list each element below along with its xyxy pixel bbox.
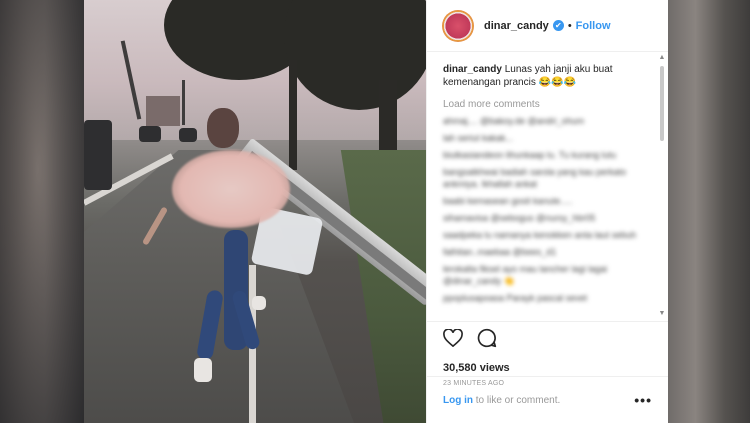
comment-blurred: saadpeka lu namanya kenokken anta laut s…: [443, 230, 637, 240]
comment-blurred: baabi kemasean gosit kanute.....: [443, 196, 573, 206]
comment-blurred: biutkasiandeon lihunkaap lu. Tu kurang l…: [443, 150, 617, 160]
post-side-panel: dinar_candy ✔ • Follow dinar_candy Lunas…: [426, 0, 668, 423]
comment-blurred: ahmaj.... @bakoy.de @andri_ohum: [443, 116, 585, 126]
person-shoe: [194, 358, 212, 382]
avatar[interactable]: [442, 9, 474, 42]
heart-icon[interactable]: [443, 327, 463, 352]
load-more-comments-button[interactable]: Load more comments: [443, 99, 659, 110]
scroll-up-arrow-icon[interactable]: ▲: [658, 54, 666, 62]
scroll-down-arrow-icon[interactable]: ▼: [658, 310, 666, 318]
comments-list[interactable]: dinar_candy Lunas yah janji aku buat kem…: [427, 53, 659, 320]
comment-blurred: ppoplusapoasa Parayk pascal sevet: [443, 293, 588, 303]
comment-blurred: fathitan..maebaa @bees_d1: [443, 247, 557, 257]
building: [146, 96, 180, 126]
login-link[interactable]: Log in: [443, 395, 473, 406]
person-shoe: [252, 296, 266, 310]
action-icons: [443, 327, 668, 353]
comment-blurred: lerokalta fiksel ayo mau lancher lagi la…: [443, 264, 608, 286]
login-bar: Log in to like or comment. •••: [427, 376, 668, 423]
background-left-shade: [0, 0, 84, 423]
tree-trunk: [289, 60, 297, 170]
background-right-blur: [666, 0, 750, 423]
view-count: 30,580 views: [443, 362, 510, 374]
login-prompt: Log in to like or comment.: [443, 395, 560, 406]
comment-blurred: lah seriut kakak...: [443, 133, 514, 143]
separator-dot: •: [567, 19, 572, 32]
crane: [182, 80, 185, 125]
caption: dinar_candy Lunas yah janji aku buat kem…: [443, 63, 659, 89]
comment-icon[interactable]: [477, 328, 497, 353]
caption-username[interactable]: dinar_candy: [443, 64, 502, 75]
post-video[interactable]: [84, 0, 426, 423]
scrollbar-thumb[interactable]: [660, 66, 664, 141]
car: [139, 126, 161, 142]
follow-button[interactable]: Follow: [576, 20, 611, 32]
username-link[interactable]: dinar_candy: [484, 20, 549, 32]
censor-blur: [172, 150, 290, 228]
comment-blurred: sihamavisa @sebogus @nursy_hbr05: [443, 213, 596, 223]
comments-scrollbar[interactable]: ▲ ▼: [658, 54, 666, 318]
verified-badge-icon: ✔: [552, 20, 564, 31]
motorbike: [84, 120, 112, 190]
login-suffix: to like or comment.: [473, 394, 561, 406]
post-header: dinar_candy ✔ • Follow: [427, 0, 668, 52]
person-head: [207, 108, 239, 148]
more-options-icon[interactable]: •••: [634, 392, 652, 408]
comment-blurred: bangsatkhwai badiah sarola yang kau perk…: [443, 167, 627, 189]
car: [179, 128, 197, 142]
